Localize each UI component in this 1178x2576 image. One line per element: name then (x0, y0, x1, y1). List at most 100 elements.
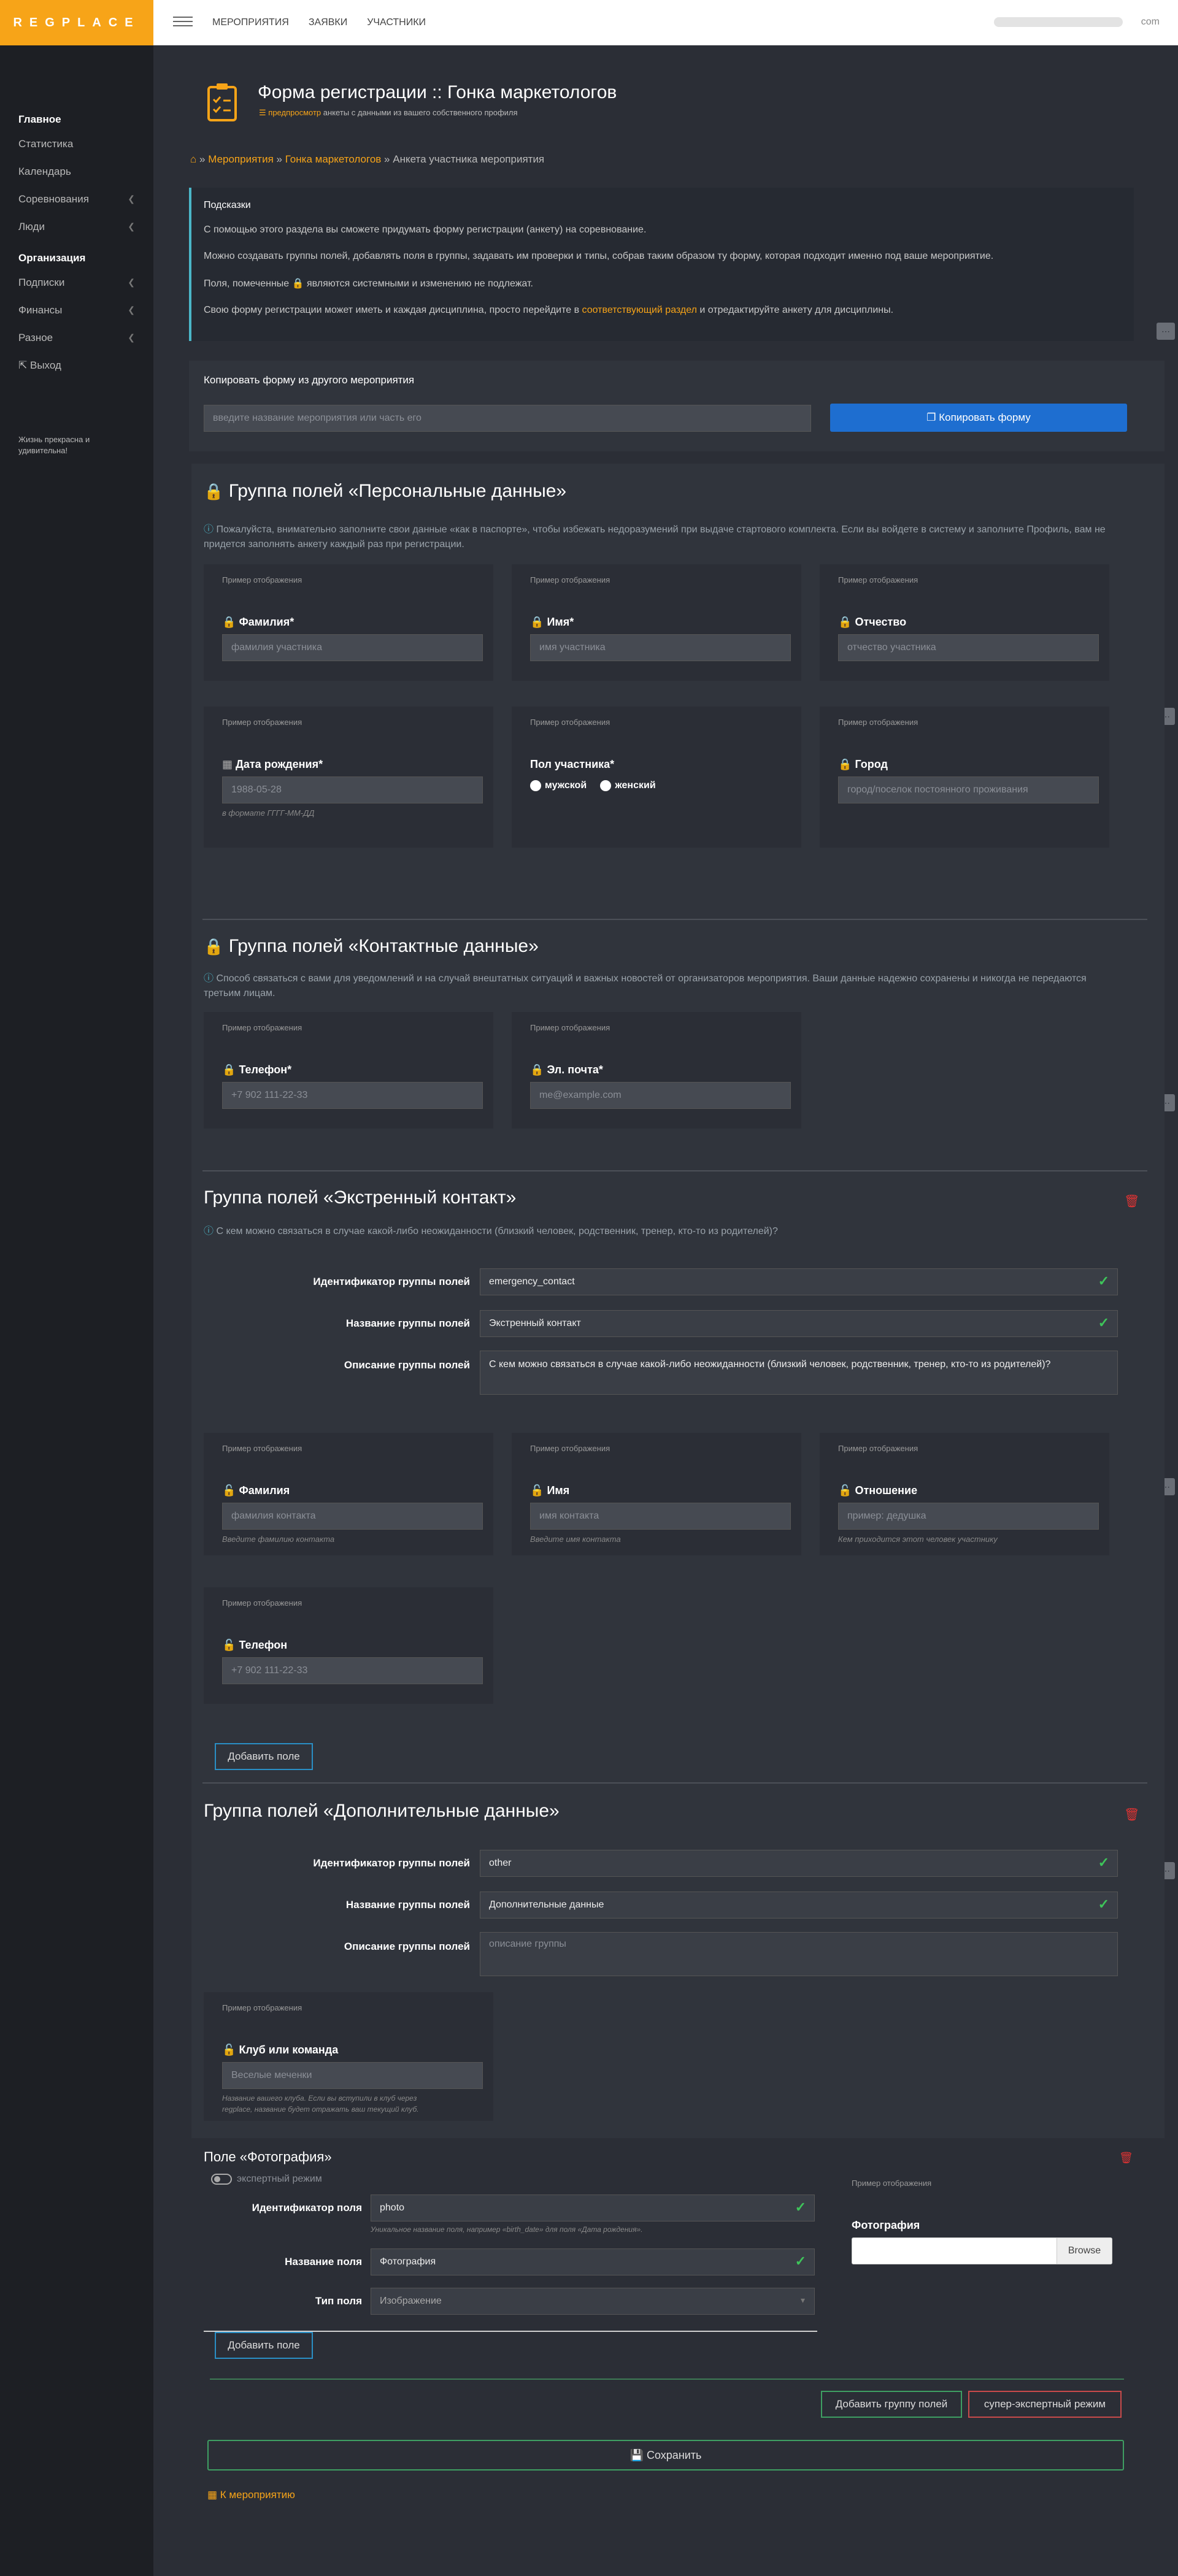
copy-form-button[interactable]: ❐ Копировать форму (830, 404, 1127, 432)
field-preview-phone[interactable]: Пример отображения 🔒 Телефон* +7 902 111… (204, 1012, 493, 1129)
sidebar-item-stats[interactable]: Статистика (0, 130, 153, 158)
field-id-input[interactable]: photo (371, 2195, 815, 2221)
lock-icon: 🔒 (838, 616, 852, 628)
breadcrumb-events[interactable]: Мероприятия (208, 153, 274, 165)
group-desc-emergency: ⓘ С кем можно связаться в случае какой-л… (204, 1224, 1112, 1239)
add-field-button[interactable]: Добавить поле (215, 2332, 313, 2359)
patronymic-input[interactable]: отчество участника (838, 634, 1099, 661)
sidebar-item-misc[interactable]: Разное ❮ (0, 324, 153, 351)
delete-group-trash-icon[interactable]: 🗑 (1124, 1807, 1139, 1822)
save-icon: 💾 (629, 2448, 644, 2461)
add-field-button[interactable]: Добавить поле (215, 1743, 313, 1770)
example-label: Пример отображения (530, 718, 610, 727)
sidebar-item-subscriptions[interactable]: Подписки ❮ (0, 269, 153, 296)
contact-lastname-input[interactable]: фамилия контакта (222, 1503, 483, 1530)
sidebar-item-finance[interactable]: Финансы ❮ (0, 296, 153, 324)
user-email-blurred[interactable] (994, 17, 1123, 27)
nav-applications[interactable]: ЗАЯВКИ (309, 17, 347, 28)
copy-form-search-input[interactable]: введите название мероприятия или часть е… (204, 405, 811, 432)
brand-logo[interactable]: REGPLACE (0, 0, 153, 45)
sidebar-item-logout[interactable]: ⇱ Выход (0, 351, 153, 379)
field-preview-relation[interactable]: Пример отображения 🔓 Отношение пример: д… (820, 1433, 1109, 1555)
lastname-input[interactable]: фамилия участника (222, 634, 483, 661)
nav-events[interactable]: МЕРОПРИЯТИЯ (212, 17, 289, 28)
group-desc-text: Пожалуйста, внимательно заполните свои д… (204, 524, 1106, 550)
save-button[interactable]: 💾 Сохранить (207, 2440, 1124, 2471)
delete-field-trash-icon[interactable]: 🗑 (1119, 2152, 1133, 2164)
field-preview-club[interactable]: Пример отображения 🔓 Клуб или команда Ве… (204, 1992, 493, 2121)
field-preview-contact-phone[interactable]: Пример отображения 🔓 Телефон +7 902 111-… (204, 1587, 493, 1704)
field-preview-contact-firstname[interactable]: Пример отображения 🔓 Имя имя контакта Вв… (512, 1433, 801, 1555)
city-input[interactable]: город/поселок постоянного проживания (838, 776, 1099, 803)
group-desc-textarea[interactable]: С кем можно связаться в случае какой-либ… (480, 1351, 1118, 1395)
page-subtitle: ☰ предпросмотр анкеты с данными из вашег… (259, 108, 518, 118)
discipline-section-link[interactable]: соответствующий раздел (582, 305, 697, 315)
group-desc-text: Способ связаться с вами для уведомлений … (204, 973, 1087, 999)
phone-input[interactable]: +7 902 111-22-33 (222, 1082, 483, 1109)
sidebar-item-label: Статистика (18, 138, 74, 150)
browse-button[interactable]: Browse (1057, 2238, 1112, 2264)
hint-text-part: и отредактируйте анкету для дисциплины. (699, 305, 894, 315)
field-id-label: Идентификатор поля (252, 2202, 362, 2214)
field-preview-photo[interactable]: Пример отображения Фотография Browse (833, 2168, 1123, 2290)
field-preview-contact-lastname[interactable]: Пример отображения 🔓 Фамилия фамилия кон… (204, 1433, 493, 1555)
group-id-row: Идентификатор группы полей emergency_con… (191, 1268, 1118, 1295)
side-edit-tab[interactable]: ⋯ (1157, 323, 1175, 340)
add-group-button[interactable]: Добавить группу полей (821, 2391, 962, 2418)
group-name-input[interactable]: Дополнительные данные (480, 1892, 1118, 1919)
group-divider (202, 919, 1147, 920)
menu-toggle-icon[interactable] (173, 13, 193, 31)
field-preview-patronymic[interactable]: Пример отображения 🔒 Отчество отчество у… (820, 564, 1109, 681)
expert-mode-toggle[interactable] (211, 2174, 232, 2185)
firstname-input[interactable]: имя участника (530, 634, 791, 661)
group-title-text: Группа полей «Контактные данные» (228, 936, 539, 956)
gender-male-radio[interactable]: мужской (530, 780, 587, 791)
field-type-select[interactable]: Изображение (371, 2288, 815, 2315)
email-input[interactable]: me@example.com (530, 1082, 791, 1109)
back-to-event-link[interactable]: ▦ К мероприятию (207, 2489, 295, 2501)
photo-file-input[interactable]: Browse (852, 2237, 1112, 2264)
chevron-left-icon: ❮ (128, 277, 135, 287)
group-id-input[interactable]: emergency_contact (480, 1268, 1118, 1295)
birthdate-input[interactable]: 1988-05-28 (222, 776, 483, 803)
group-title-personal: 🔒 Группа полей «Персональные данные» (204, 481, 566, 502)
group-title-extra: Группа полей «Дополнительные данные» (204, 1801, 560, 1821)
nav-participants[interactable]: УЧАСТНИКИ (367, 17, 426, 28)
group-name-row: Название группы полей Экстренный контакт… (191, 1310, 1118, 1337)
club-input[interactable]: Веселые меченки (222, 2062, 483, 2089)
field-name-input[interactable]: Фотография (371, 2248, 815, 2275)
field-preview-email[interactable]: Пример отображения 🔒 Эл. почта* me@examp… (512, 1012, 801, 1129)
field-preview-birthdate[interactable]: Пример отображения ▦ Дата рождения* 1988… (204, 707, 493, 848)
group-name-input[interactable]: Экстренный контакт (480, 1310, 1118, 1337)
group-desc-contacts: ⓘ Способ связаться с вами для уведомлени… (204, 972, 1112, 1001)
preview-link[interactable]: предпросмотр (268, 108, 321, 117)
sidebar-motto: Жизнь прекрасна и удивительна! (18, 435, 90, 455)
lock-icon: 🔒 (204, 482, 224, 500)
field-preview-gender[interactable]: Пример отображения Пол участника* мужско… (512, 707, 801, 848)
group-id-input[interactable]: other (480, 1850, 1118, 1877)
save-button-label: Сохранить (646, 2448, 702, 2461)
sidebar-item-people[interactable]: Люди ❮ (0, 213, 153, 240)
field-preview-lastname[interactable]: Пример отображения 🔒 Фамилия* фамилия уч… (204, 564, 493, 681)
sidebar-item-calendar[interactable]: Календарь (0, 158, 153, 185)
field-preview-city[interactable]: Пример отображения 🔒 Город город/поселок… (820, 707, 1109, 848)
sidebar-item-competitions[interactable]: Соревнования ❮ (0, 185, 153, 213)
delete-group-trash-icon[interactable]: 🗑 (1124, 1194, 1139, 1209)
lock-icon: 🔒 (222, 616, 236, 628)
breadcrumb-event[interactable]: Гонка маркетологов (285, 153, 382, 165)
field-label-text: Отношение (855, 1484, 918, 1497)
contact-phone-input[interactable]: +7 902 111-22-33 (222, 1657, 483, 1684)
group-divider (202, 1782, 1147, 1784)
group-desc-textarea[interactable]: описание группы (480, 1932, 1118, 1976)
super-expert-mode-button[interactable]: супер-экспертный режим (968, 2391, 1122, 2418)
home-icon[interactable]: ⌂ (190, 153, 196, 165)
relation-input[interactable]: пример: дедушка (838, 1503, 1099, 1530)
lock-icon: 🔒 (291, 278, 304, 289)
field-label: 🔓 Телефон (222, 1639, 287, 1652)
sidebar-item-label: Люди (18, 221, 45, 232)
contact-firstname-input[interactable]: имя контакта (530, 1503, 791, 1530)
gender-female-radio[interactable]: женский (600, 780, 656, 791)
user-email-domain[interactable]: com (1141, 17, 1160, 28)
sidebar-section-org: Организация (18, 252, 86, 264)
field-preview-firstname[interactable]: Пример отображения 🔒 Имя* имя участника (512, 564, 801, 681)
